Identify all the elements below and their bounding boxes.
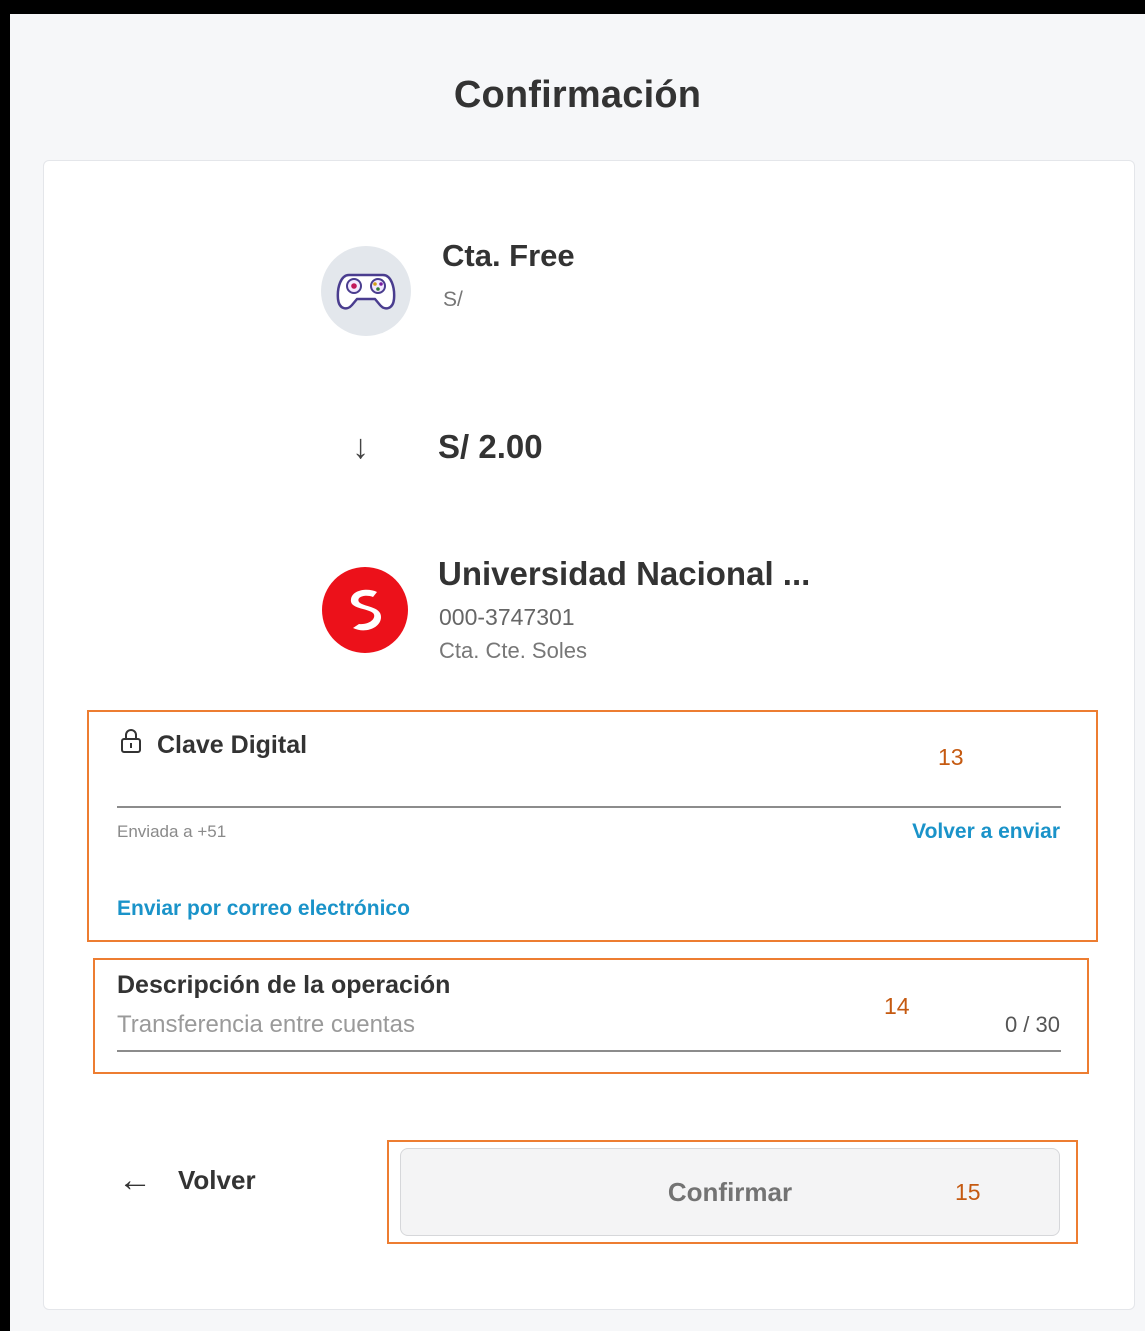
digital-key-input[interactable]	[117, 768, 1061, 804]
gamepad-icon	[336, 273, 396, 310]
origin-account-name: Cta. Free	[442, 238, 575, 273]
origin-account-currency: S/	[443, 288, 463, 311]
back-button[interactable]: ← Volver	[118, 1163, 256, 1197]
bank-logo-icon	[350, 589, 381, 631]
digital-key-underline	[117, 806, 1061, 808]
destination-account-type: Cta. Cte. Soles	[439, 638, 587, 663]
transfer-amount: S/ 2.00	[438, 428, 543, 465]
annotation-label-13: 13	[938, 744, 964, 770]
page-title: Confirmación	[453, 74, 702, 116]
lock-icon	[121, 729, 141, 753]
annotation-label-15: 15	[955, 1179, 981, 1205]
description-label: Descripción de la operación	[117, 971, 451, 999]
back-label: Volver	[178, 1164, 256, 1195]
destination-account-number: 000-3747301	[439, 604, 575, 630]
send-by-email-link[interactable]: Enviar por correo electrónico	[117, 897, 410, 921]
description-underline	[117, 1050, 1061, 1052]
destination-avatar	[322, 567, 408, 653]
resend-key-link[interactable]: Volver a enviar	[912, 820, 1060, 844]
description-char-counter: 0 / 30	[1004, 1012, 1060, 1037]
frame-border-left	[0, 0, 10, 1331]
arrow-left-icon: ←	[118, 1161, 152, 1199]
digital-key-label: Clave Digital	[157, 731, 308, 759]
description-input[interactable]	[117, 1008, 937, 1042]
destination-name: Universidad Nacional ...	[438, 555, 811, 592]
digital-key-sent-to: Enviada a +51	[117, 822, 227, 841]
origin-avatar	[321, 246, 411, 336]
frame-border-top	[0, 0, 1145, 14]
arrow-down-icon: ↓	[352, 428, 369, 466]
